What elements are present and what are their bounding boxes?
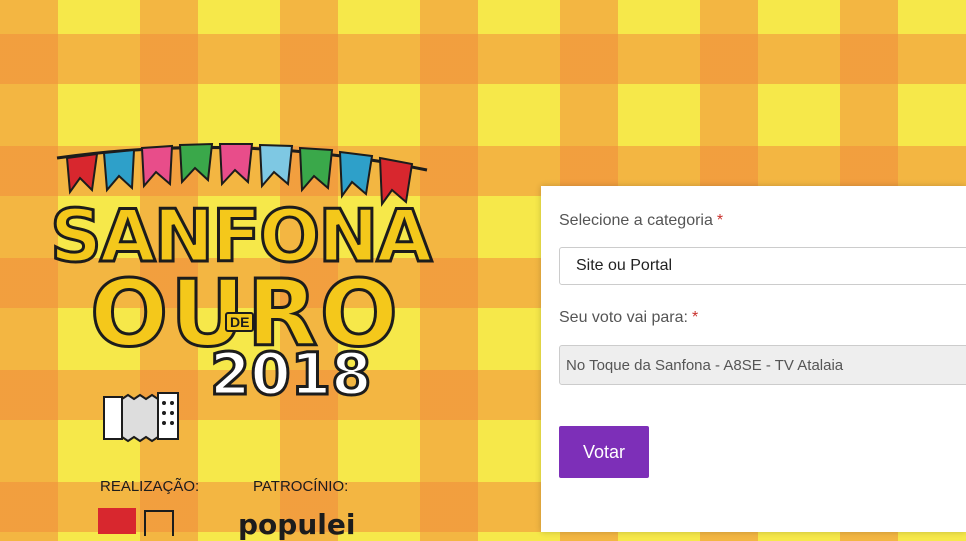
realizacao-logo-1: [98, 508, 136, 534]
required-mark: *: [716, 212, 724, 229]
event-logo: SANFONA OURO DE 2018 REALIZAÇÃO: PATROCÍ…: [40, 140, 440, 541]
realizacao-logo-2: [144, 510, 174, 536]
category-select[interactable]: Site ou Portal: [559, 247, 966, 285]
patrocinio-logo: populei: [238, 508, 356, 541]
required-mark: *: [691, 309, 699, 326]
patrocinio-label: PATROCÍNIO:: [253, 478, 349, 495]
vote-form: Selecione a categoria * Site ou Portal Se…: [541, 186, 966, 532]
logo-year: 2018: [208, 340, 372, 408]
sponsor-logos: populei: [98, 508, 428, 541]
realizacao-label: REALIZAÇÃO:: [100, 478, 200, 495]
vote-target-field[interactable]: No Toque da Sanfona - A8SE - TV Atalaia: [559, 345, 966, 385]
vote-button[interactable]: Votar: [559, 426, 649, 478]
category-label: Selecione a categoria *: [559, 212, 724, 229]
accordion-icon: [103, 392, 179, 443]
vote-label: Seu voto vai para: *: [559, 309, 699, 326]
logo-title-de: DE: [225, 312, 255, 332]
